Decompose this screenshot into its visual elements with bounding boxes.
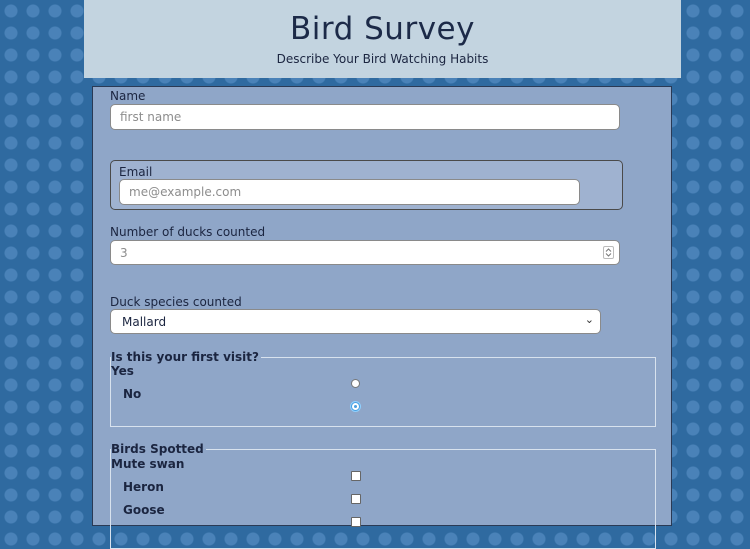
survey-form: Name first name Email me@example.com Num… [92, 86, 672, 549]
page-title: Bird Survey [290, 11, 475, 47]
species-label: Duck species counted [110, 295, 242, 309]
ducks-number-input[interactable]: 3 [110, 240, 620, 265]
ducks-label: Number of ducks counted [110, 225, 266, 239]
species-select[interactable]: Mallard ⌄ [110, 309, 601, 334]
name-input[interactable]: first name [110, 104, 620, 130]
birds-mute-swan-checkbox[interactable] [351, 471, 361, 481]
name-label: Name [110, 89, 146, 103]
birds-heron-label: Heron [123, 480, 164, 494]
first-visit-no-label: No [123, 387, 142, 401]
stepper-icon[interactable] [603, 246, 614, 259]
birds-legend: Birds Spotted [111, 442, 206, 456]
first-visit-legend: Is this your first visit? [111, 350, 261, 364]
birds-goose-checkbox[interactable] [351, 517, 361, 527]
first-visit-yes-label: Yes [111, 364, 134, 378]
species-selected: Mallard [122, 314, 167, 329]
ducks-value: 3 [120, 245, 128, 260]
birds-mute-swan-label: Mute swan [111, 457, 185, 471]
email-label: Email [119, 165, 153, 179]
chevron-down-icon: ⌄ [584, 313, 594, 326]
birds-heron-checkbox[interactable] [351, 494, 361, 504]
first-visit-fieldset [110, 357, 656, 427]
email-input[interactable]: me@example.com [119, 179, 580, 205]
page-subtitle: Describe Your Bird Watching Habits [276, 52, 489, 66]
email-group: Email me@example.com [110, 160, 623, 210]
first-visit-no-radio[interactable] [351, 402, 360, 411]
birds-goose-label: Goose [123, 503, 165, 517]
page-header: Bird Survey Describe Your Bird Watching … [84, 0, 681, 78]
birds-fieldset [110, 449, 656, 549]
first-visit-yes-radio[interactable] [351, 379, 360, 388]
